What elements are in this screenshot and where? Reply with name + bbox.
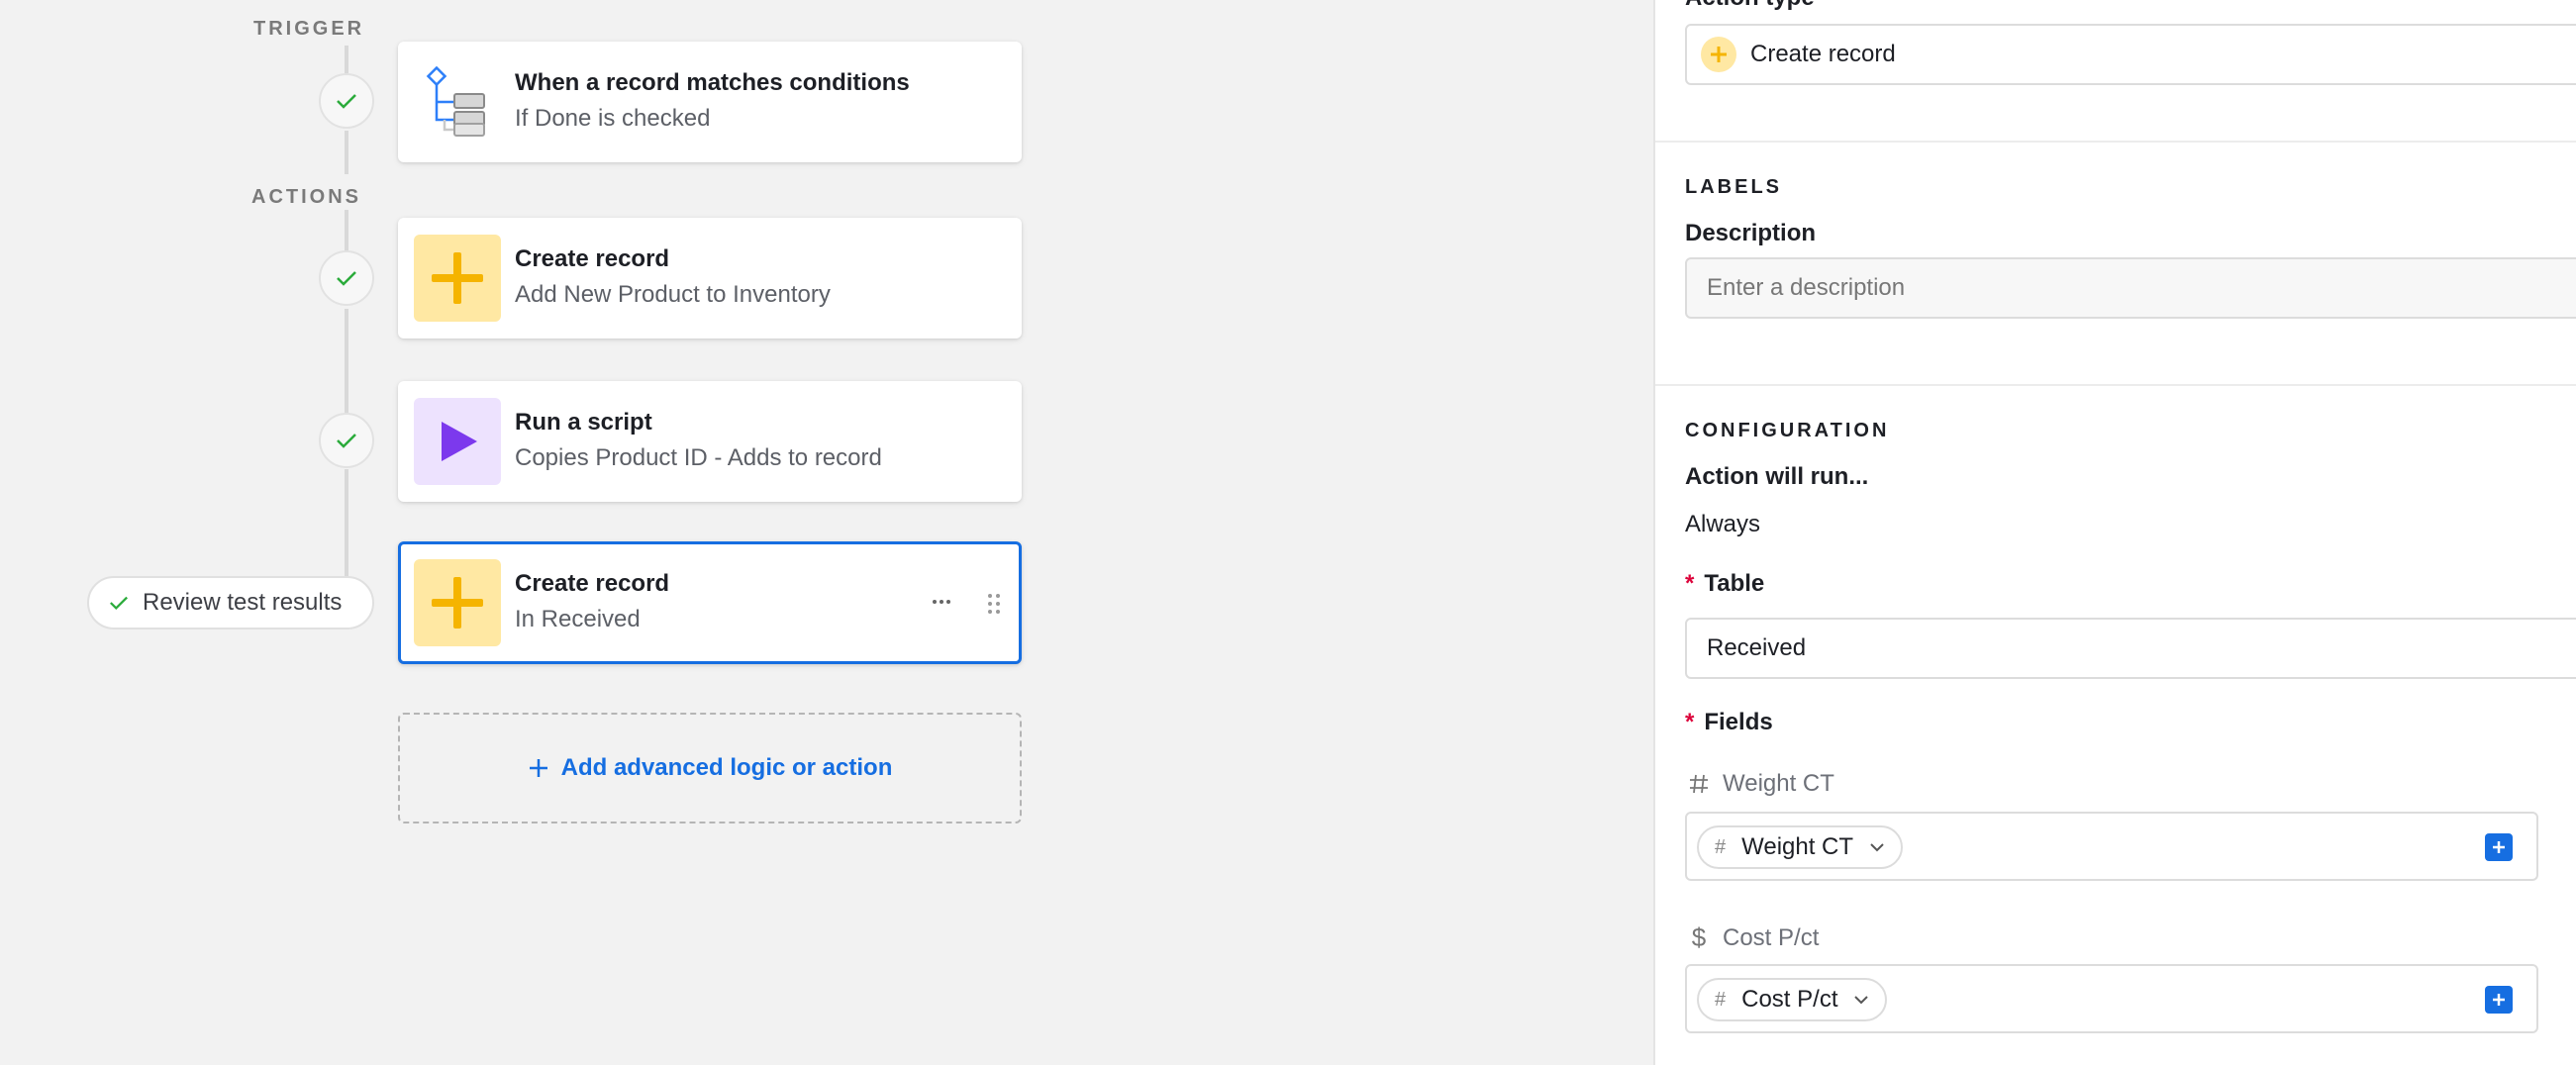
field-token-cost-pct[interactable]: # Cost P/ct	[1697, 978, 1888, 1021]
plus-icon	[2493, 841, 2505, 853]
conditions-tree-icon	[414, 58, 501, 145]
action-card-title: Run a script	[515, 409, 652, 436]
trigger-card-subtitle: If Done is checked	[515, 105, 711, 132]
timeline-line	[345, 131, 348, 174]
check-icon	[337, 94, 356, 109]
action-type-select[interactable]: Create record	[1685, 24, 2576, 85]
fields-label-text: Fields	[1704, 709, 1773, 735]
action-card-run-script[interactable]: Run a script Copies Product ID - Adds to…	[398, 381, 1022, 502]
trigger-card[interactable]: When a record matches conditions If Done…	[398, 42, 1022, 162]
action-type-label: Action type	[1685, 0, 1815, 12]
plus-icon	[414, 559, 501, 646]
field-cost-pct-label: $ Cost P/ct	[1689, 922, 1820, 953]
hash-icon: #	[1715, 988, 1727, 1011]
action-will-run-value: Always	[1685, 511, 1761, 537]
check-icon	[110, 596, 128, 611]
action-card-title: Create record	[515, 570, 670, 597]
description-label: Description	[1685, 220, 1817, 246]
action-card-title: Create record	[515, 245, 670, 272]
table-label: * Table	[1685, 570, 1764, 598]
chevron-down-icon	[1854, 996, 1869, 1005]
dollar-icon: $	[1691, 922, 1707, 952]
trigger-section-label: TRIGGER	[253, 18, 365, 40]
plus-icon	[2493, 994, 2505, 1006]
action-card-create-record-2[interactable]: Create record In Received	[398, 541, 1022, 664]
more-options-icon[interactable]	[930, 590, 953, 614]
required-marker: *	[1685, 709, 1695, 735]
required-marker: *	[1685, 570, 1695, 597]
automation-canvas: TRIGGER ACTIONS When a record matches co…	[0, 0, 1653, 1065]
field-cost-pct-input[interactable]: # Cost P/ct	[1685, 964, 2538, 1033]
action-card-subtitle: Copies Product ID - Adds to record	[515, 444, 882, 471]
action-card-create-record-1[interactable]: Create record Add New Product to Invento…	[398, 218, 1022, 339]
insert-field-button[interactable]	[2485, 833, 2513, 861]
chevron-down-icon	[1870, 843, 1884, 852]
plus-circle-icon	[1701, 37, 1736, 72]
table-select[interactable]: Received	[1685, 618, 2576, 679]
action-2-status-check	[319, 413, 374, 468]
hash-icon: #	[1715, 835, 1727, 858]
labels-heading: LABELS	[1685, 176, 1782, 198]
timeline-line	[345, 469, 348, 580]
action-1-status-check	[319, 250, 374, 306]
drag-handle-icon[interactable]	[987, 592, 1001, 616]
table-label-text: Table	[1704, 570, 1765, 597]
plus-icon	[414, 235, 501, 322]
check-icon	[337, 434, 356, 448]
plus-icon	[529, 759, 547, 777]
timeline-line	[345, 210, 348, 253]
insert-field-button[interactable]	[2485, 986, 2513, 1014]
field-weight-ct-input[interactable]: # Weight CT	[1685, 812, 2538, 881]
section-divider	[1655, 141, 2576, 143]
action-config-panel: Action type Create record LABELS Descrip…	[1653, 0, 2576, 1065]
action-will-run-label: Action will run...	[1685, 463, 1869, 490]
action-type-value: Create record	[1750, 41, 1896, 67]
description-input[interactable]	[1685, 257, 2576, 319]
review-test-results-button[interactable]: Review test results	[87, 576, 374, 629]
configuration-heading: CONFIGURATION	[1685, 420, 1890, 441]
action-card-subtitle: In Received	[515, 606, 641, 632]
check-icon	[337, 271, 356, 286]
actions-section-label: ACTIONS	[251, 186, 361, 208]
action-card-subtitle: Add New Product to Inventory	[515, 281, 831, 308]
hash-icon	[1690, 774, 1708, 794]
table-value: Received	[1707, 634, 1807, 661]
fields-label: * Fields	[1685, 709, 1773, 736]
timeline-line	[345, 46, 348, 73]
add-advanced-logic-label: Add advanced logic or action	[560, 754, 893, 781]
section-divider	[1655, 384, 2576, 386]
review-test-results-label: Review test results	[143, 589, 343, 616]
trigger-status-check	[319, 73, 374, 129]
field-weight-ct-label: Weight CT	[1689, 770, 1834, 798]
add-advanced-logic-button[interactable]: Add advanced logic or action	[398, 713, 1022, 823]
field-token-weight-ct[interactable]: # Weight CT	[1697, 825, 1904, 869]
trigger-card-title: When a record matches conditions	[515, 69, 910, 96]
play-icon	[414, 398, 501, 485]
